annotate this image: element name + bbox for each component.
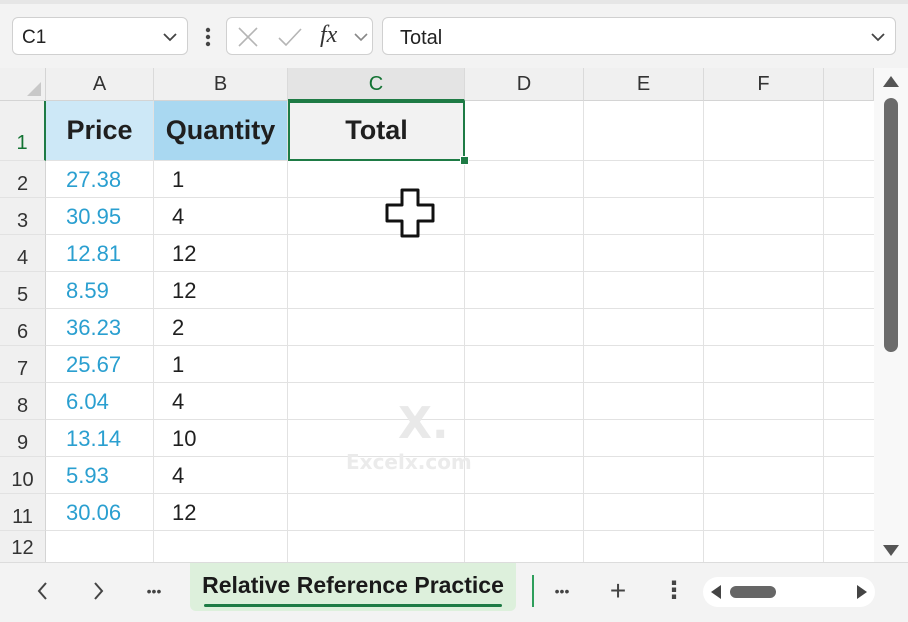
column-header-g[interactable] — [824, 68, 874, 101]
cell-quantity[interactable]: 1 — [154, 161, 287, 198]
previous-sheet-chevron-icon[interactable] — [33, 577, 53, 605]
row-header-4[interactable]: 4 — [0, 235, 46, 272]
column-header-a[interactable]: A — [46, 68, 154, 101]
column-header-d[interactable]: D — [465, 68, 584, 101]
cell-quantity[interactable]: 4 — [154, 383, 287, 420]
active-tab-underline — [204, 604, 502, 607]
row-header-8[interactable]: 8 — [0, 383, 46, 420]
column-header-e[interactable]: E — [584, 68, 704, 101]
cell-price[interactable]: 30.95 — [46, 198, 153, 235]
next-sheet-chevron-icon[interactable] — [88, 577, 108, 605]
cell-quantity[interactable]: 1 — [154, 346, 287, 383]
expand-formula-chevron-icon[interactable] — [869, 28, 887, 46]
sheet-tab-bar: ••• Relative Reference Practice ••• + ⋮ — [0, 562, 908, 622]
cell-quantity[interactable]: 12 — [154, 272, 287, 309]
vertical-scroll-thumb[interactable] — [884, 98, 898, 352]
column-header-c[interactable]: C — [288, 68, 465, 101]
watermark-logo: X. — [398, 398, 449, 449]
row-header-9[interactable]: 9 — [0, 420, 46, 457]
scroll-left-arrow-icon[interactable] — [711, 585, 721, 599]
column-header-b[interactable]: B — [154, 68, 288, 101]
cell-quantity[interactable]: 4 — [154, 198, 287, 235]
cell-price[interactable]: 25.67 — [46, 346, 153, 383]
chevron-down-icon[interactable] — [161, 28, 179, 46]
cell-c1-active[interactable]: Total — [288, 101, 465, 161]
formula-actions: fx — [226, 17, 373, 55]
cell-b1[interactable]: Quantity — [154, 101, 287, 160]
fx-icon[interactable]: fx — [320, 22, 337, 49]
sheet-menu-button[interactable]: ⋮ — [660, 577, 688, 605]
kebab-icon[interactable] — [198, 25, 218, 49]
row-header-7[interactable]: 7 — [0, 346, 46, 383]
cell-price[interactable]: 5.93 — [46, 457, 153, 494]
more-sheets-button[interactable]: ••• — [138, 577, 170, 605]
row-header-1[interactable]: 1 — [0, 101, 46, 161]
row-header-3[interactable]: 3 — [0, 198, 46, 235]
fx-chevron-down-icon[interactable] — [353, 30, 369, 44]
select-all-corner[interactable] — [0, 68, 46, 101]
cell-quantity[interactable]: 4 — [154, 457, 287, 494]
cell-price[interactable]: 27.38 — [46, 161, 153, 198]
cell-quantity[interactable]: 12 — [154, 494, 287, 531]
column-header-f[interactable]: F — [704, 68, 824, 101]
row-header-5[interactable]: 5 — [0, 272, 46, 309]
select-all-triangle-icon — [27, 82, 41, 96]
cell-price[interactable]: 36.23 — [46, 309, 153, 346]
scroll-down-arrow-icon[interactable] — [883, 545, 899, 556]
cell-price[interactable]: 30.06 — [46, 494, 153, 531]
row-header-12[interactable]: 12 — [0, 531, 46, 562]
scroll-up-arrow-icon[interactable] — [883, 76, 899, 87]
horizontal-scroll-thumb[interactable] — [730, 586, 776, 598]
horizontal-scrollbar[interactable] — [703, 577, 875, 607]
formula-value: Total — [400, 27, 443, 49]
cell-price[interactable]: 13.14 — [46, 420, 153, 457]
watermark-text: Excelx.com — [346, 450, 472, 474]
vertical-scrollbar[interactable] — [874, 68, 908, 562]
confirm-check-icon[interactable] — [277, 26, 303, 48]
cell-quantity[interactable]: 12 — [154, 235, 287, 272]
sheet-tab-relative-reference-practice[interactable]: Relative Reference Practice — [190, 563, 516, 611]
cell-price[interactable]: 6.04 — [46, 383, 153, 420]
row-header-6[interactable]: 6 — [0, 309, 46, 346]
cell-select-cursor-icon — [385, 188, 435, 238]
add-sheet-button[interactable]: + — [602, 577, 634, 605]
formula-input[interactable]: Total — [382, 17, 896, 55]
fill-handle[interactable] — [460, 156, 469, 165]
scroll-right-arrow-icon[interactable] — [857, 585, 867, 599]
cell-a1[interactable]: Price — [46, 101, 153, 160]
window-top-border — [0, 0, 908, 4]
row-header-2[interactable]: 2 — [0, 161, 46, 198]
row-header-10[interactable]: 10 — [0, 457, 46, 494]
name-box[interactable]: C1 — [12, 17, 188, 55]
cell-price[interactable]: 12.81 — [46, 235, 153, 272]
row-header-11[interactable]: 11 — [0, 494, 46, 531]
cell-quantity[interactable]: 10 — [154, 420, 287, 457]
tab-separator — [532, 575, 534, 607]
spreadsheet-grid[interactable]: A B C D E F 1 2 3 4 5 6 7 8 9 10 11 12 P… — [0, 68, 874, 562]
sheet-tab-label: Relative Reference Practice — [202, 572, 504, 598]
cell-quantity[interactable]: 2 — [154, 309, 287, 346]
cell-price[interactable]: 8.59 — [46, 272, 153, 309]
name-box-value: C1 — [22, 27, 47, 48]
more-options-button[interactable]: ••• — [546, 577, 578, 605]
cancel-x-icon[interactable] — [237, 26, 259, 48]
